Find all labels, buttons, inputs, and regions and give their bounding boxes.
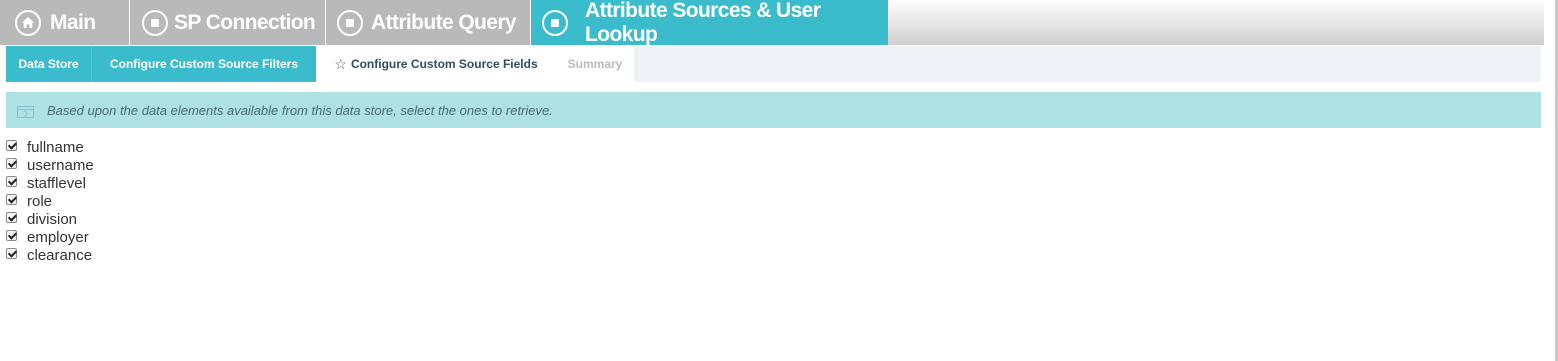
step-label: Summary [567,57,623,71]
step-configure-custom-source-filters[interactable]: Configure Custom Source Filters [91,46,316,82]
info-text: Based upon the data elements available f… [47,102,553,118]
field-row-clearance: clearance [6,246,94,264]
field-checkbox-role[interactable] [6,193,17,205]
field-label[interactable]: division [27,211,77,228]
tab-main[interactable]: Main [0,0,130,45]
field-row-employer: employer [6,228,94,246]
field-row-username: username [6,156,94,174]
step-summary[interactable]: Summary [556,46,634,82]
stop-circle-icon [542,9,568,36]
tab-attribute-sources-user-lookup[interactable]: Attribute Sources & User Lookup [531,0,888,46]
tab-label: Main [50,10,96,34]
field-checkbox-clearance[interactable] [6,247,17,259]
field-list: fullname username stafflevel role division em… [6,138,94,264]
field-label[interactable]: employer [27,229,89,246]
field-checkbox-username[interactable] [6,157,17,169]
field-row-role: role [6,192,94,210]
field-row-division: division [6,210,94,228]
step-label: Configure Custom Source Fields [350,57,538,71]
wizard-step-bar: Data Store Configure Custom Source Filte… [6,46,1541,82]
tab-label: SP Connection [174,10,316,34]
field-checkbox-fullname[interactable] [6,139,17,151]
stop-circle-icon [142,9,168,36]
field-checkbox-employer[interactable] [6,229,17,241]
field-label[interactable]: fullname [27,139,84,156]
tab-attribute-query[interactable]: Attribute Query [326,0,531,45]
tab-label: Attribute Sources & User Lookup [585,0,821,46]
field-row-stafflevel: stafflevel [6,174,94,192]
step-configure-custom-source-fields[interactable]: ☆ Configure Custom Source Fields [316,46,556,82]
field-label[interactable]: stafflevel [27,175,86,192]
tab-label: Attribute Query [371,10,517,34]
field-label[interactable]: clearance [27,247,92,264]
field-label[interactable]: username [27,157,94,174]
step-label: Data Store [18,57,79,71]
field-label[interactable]: role [27,193,52,210]
panel-icon [17,105,34,118]
info-message: Based upon the data elements available f… [6,92,1541,128]
step-data-store[interactable]: Data Store [6,46,91,82]
field-checkbox-stafflevel[interactable] [6,175,17,187]
home-icon [15,9,41,36]
main-tab-bar: Main SP Connection Attribute Query Attri… [0,0,1544,46]
star-icon: ☆ [334,55,347,72]
tab-sp-connection[interactable]: SP Connection [130,0,326,45]
field-row-fullname: fullname [6,138,94,156]
field-checkbox-division[interactable] [6,211,17,223]
stop-circle-icon [337,9,363,36]
step-label: Configure Custom Source Filters [109,57,299,71]
